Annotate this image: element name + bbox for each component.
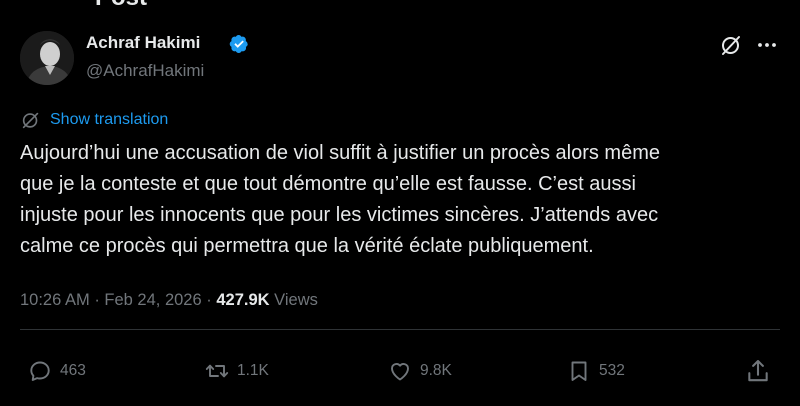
repost-count: 1.1K (237, 362, 269, 379)
divider (20, 329, 780, 330)
meta-separator: · (206, 291, 212, 309)
avatar[interactable] (20, 31, 74, 85)
page-title: Post (95, 0, 147, 10)
repost-button[interactable]: 1.1K (205, 358, 269, 384)
meta-separator: · (94, 291, 100, 309)
bookmark-count: 532 (599, 362, 625, 379)
post-date[interactable]: Feb 24, 2026 (104, 291, 201, 309)
reply-button[interactable]: 463 (28, 358, 86, 384)
show-translation-label: Show translation (50, 111, 169, 128)
post-text-line: injuste pour les innocents que pour les … (20, 204, 659, 226)
translate-icon (22, 112, 39, 129)
reply-icon (30, 361, 50, 381)
views-label: Views (274, 291, 318, 309)
like-count: 9.8K (420, 362, 452, 379)
author-name[interactable]: Achraf Hakimi (86, 33, 200, 53)
bookmark-icon (571, 361, 587, 381)
reply-count: 463 (60, 362, 86, 379)
show-translation-button[interactable]: Show translation (20, 109, 168, 131)
verified-badge-icon (229, 35, 248, 53)
post-metadata: 10:26 AM · Feb 24, 2026 · 427.9K Views (20, 289, 318, 311)
author-handle[interactable]: @AchrafHakimi (86, 61, 204, 81)
heart-icon (391, 363, 409, 381)
repost-icon (205, 364, 229, 378)
like-button[interactable]: 9.8K (388, 358, 452, 384)
avatar-photo (20, 31, 74, 85)
post-text-line: calme ce procès qui permettra que la vér… (20, 235, 594, 257)
post-text: Aujourd’hui une accusation de viol suffi… (20, 138, 780, 262)
more-options-icon[interactable] (756, 34, 778, 56)
share-icon[interactable] (745, 358, 771, 384)
post-text-line: Aujourd’hui une accusation de viol suffi… (20, 142, 660, 164)
views-count: 427.9K (216, 291, 270, 309)
post-time[interactable]: 10:26 AM (20, 291, 90, 309)
post-text-line: que je la conteste et que tout démontre … (20, 173, 636, 195)
grok-icon[interactable] (719, 33, 743, 57)
bookmark-button[interactable]: 532 (567, 358, 625, 384)
